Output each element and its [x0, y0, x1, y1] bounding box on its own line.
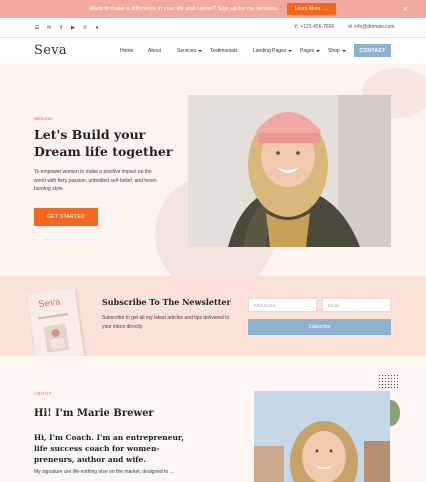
- about-subtitle: Hi, I'm Coach. I'm an entrepreneur, life…: [34, 433, 184, 464]
- about-title: Hi! I'm Marie Brewer: [34, 408, 154, 419]
- nav-item-shop-label: Shop: [328, 48, 340, 54]
- subscribe-button[interactable]: Subscribe: [248, 319, 391, 335]
- hero-image: [188, 95, 391, 247]
- marie-portrait-illustration: [254, 391, 390, 482]
- nav-item-landing-label: Landing Pages: [253, 48, 287, 54]
- nav-item-testimonials[interactable]: Testimonials: [210, 48, 238, 54]
- decor-dots: [378, 374, 400, 390]
- about-description: My signature are life-nothing else on th…: [34, 469, 174, 475]
- social-bar: ☰ ✉ f ▶ ℗ ♦ ✆ +123-456-7890 ✉ info@domai…: [0, 18, 426, 38]
- email-address: info@domain.com: [354, 24, 395, 30]
- newsletter-description: Subscribe to get all my latest articles …: [102, 315, 230, 330]
- chevron-down-icon: [198, 50, 203, 52]
- announcement-bar: Want to make a difference in your life a…: [0, 0, 426, 18]
- phone-number: +123-456-7890: [300, 24, 335, 30]
- chevron-down-icon: [341, 50, 346, 52]
- pinterest-icon[interactable]: ℗: [82, 24, 88, 32]
- contact-button[interactable]: CONTACT: [354, 44, 391, 57]
- newsletter-section: Seva Subscribe To The Newsletter Subscri…: [0, 276, 426, 368]
- hero-eyebrow: Welcome: [34, 116, 53, 121]
- phone-contact[interactable]: ✆ +123-456-7890: [294, 24, 334, 30]
- email-input[interactable]: Email: [322, 298, 391, 312]
- learn-more-button[interactable]: Learn More →: [286, 3, 337, 15]
- email-icon[interactable]: ✉: [46, 24, 52, 32]
- learn-more-label: Learn More: [294, 6, 321, 12]
- chevron-down-icon: [316, 50, 321, 52]
- about-image: [254, 391, 390, 482]
- hero-subtitle: To empower women to make a positive impa…: [34, 169, 158, 192]
- first-name-input[interactable]: First Name: [248, 298, 317, 312]
- nav-item-landing-pages[interactable]: Landing Pages: [253, 48, 293, 54]
- nav-item-services-label: Services: [177, 48, 197, 54]
- get-started-button[interactable]: GET STARTED: [34, 208, 98, 226]
- nav-item-pages[interactable]: Pages: [300, 48, 321, 54]
- hero-section: Welcome Let's Build your Dream life toge…: [0, 64, 426, 276]
- main-nav: Seva Home About Services Testimonials La…: [0, 38, 426, 64]
- nav-item-about[interactable]: About: [148, 48, 161, 54]
- hero-title: Let's Build your Dream life together: [34, 127, 173, 159]
- nav-item-shop[interactable]: Shop: [328, 48, 346, 54]
- social-icons: ☰ ✉ f ▶ ℗ ♦: [34, 24, 100, 32]
- facebook-icon[interactable]: f: [58, 24, 64, 32]
- twitter-icon[interactable]: ♦: [94, 24, 100, 32]
- newsletter-title: Subscribe To The Newsletter: [102, 297, 231, 307]
- email-small-icon: ✉: [348, 24, 353, 30]
- site-logo[interactable]: Seva: [34, 43, 67, 58]
- about-section: ABOUT Hi! I'm Marie Brewer Hi, I'm Coach…: [0, 356, 426, 482]
- nav-item-pages-label: Pages: [300, 48, 315, 54]
- menu-icon[interactable]: ☰: [34, 24, 40, 32]
- nav-item-home[interactable]: Home: [120, 48, 133, 54]
- close-icon[interactable]: ×: [403, 3, 408, 15]
- email-contact[interactable]: ✉ info@domain.com: [348, 24, 395, 30]
- woman-portrait-illustration: [188, 95, 391, 247]
- youtube-icon[interactable]: ▶: [70, 24, 76, 32]
- announcement-text: Want to make a difference in your life a…: [89, 6, 279, 12]
- phone-icon: ✆: [294, 24, 299, 30]
- arrow-right-icon: →: [323, 6, 329, 12]
- about-eyebrow: ABOUT: [34, 391, 53, 396]
- nav-item-services[interactable]: Services: [177, 48, 203, 54]
- chevron-down-icon: [288, 50, 293, 52]
